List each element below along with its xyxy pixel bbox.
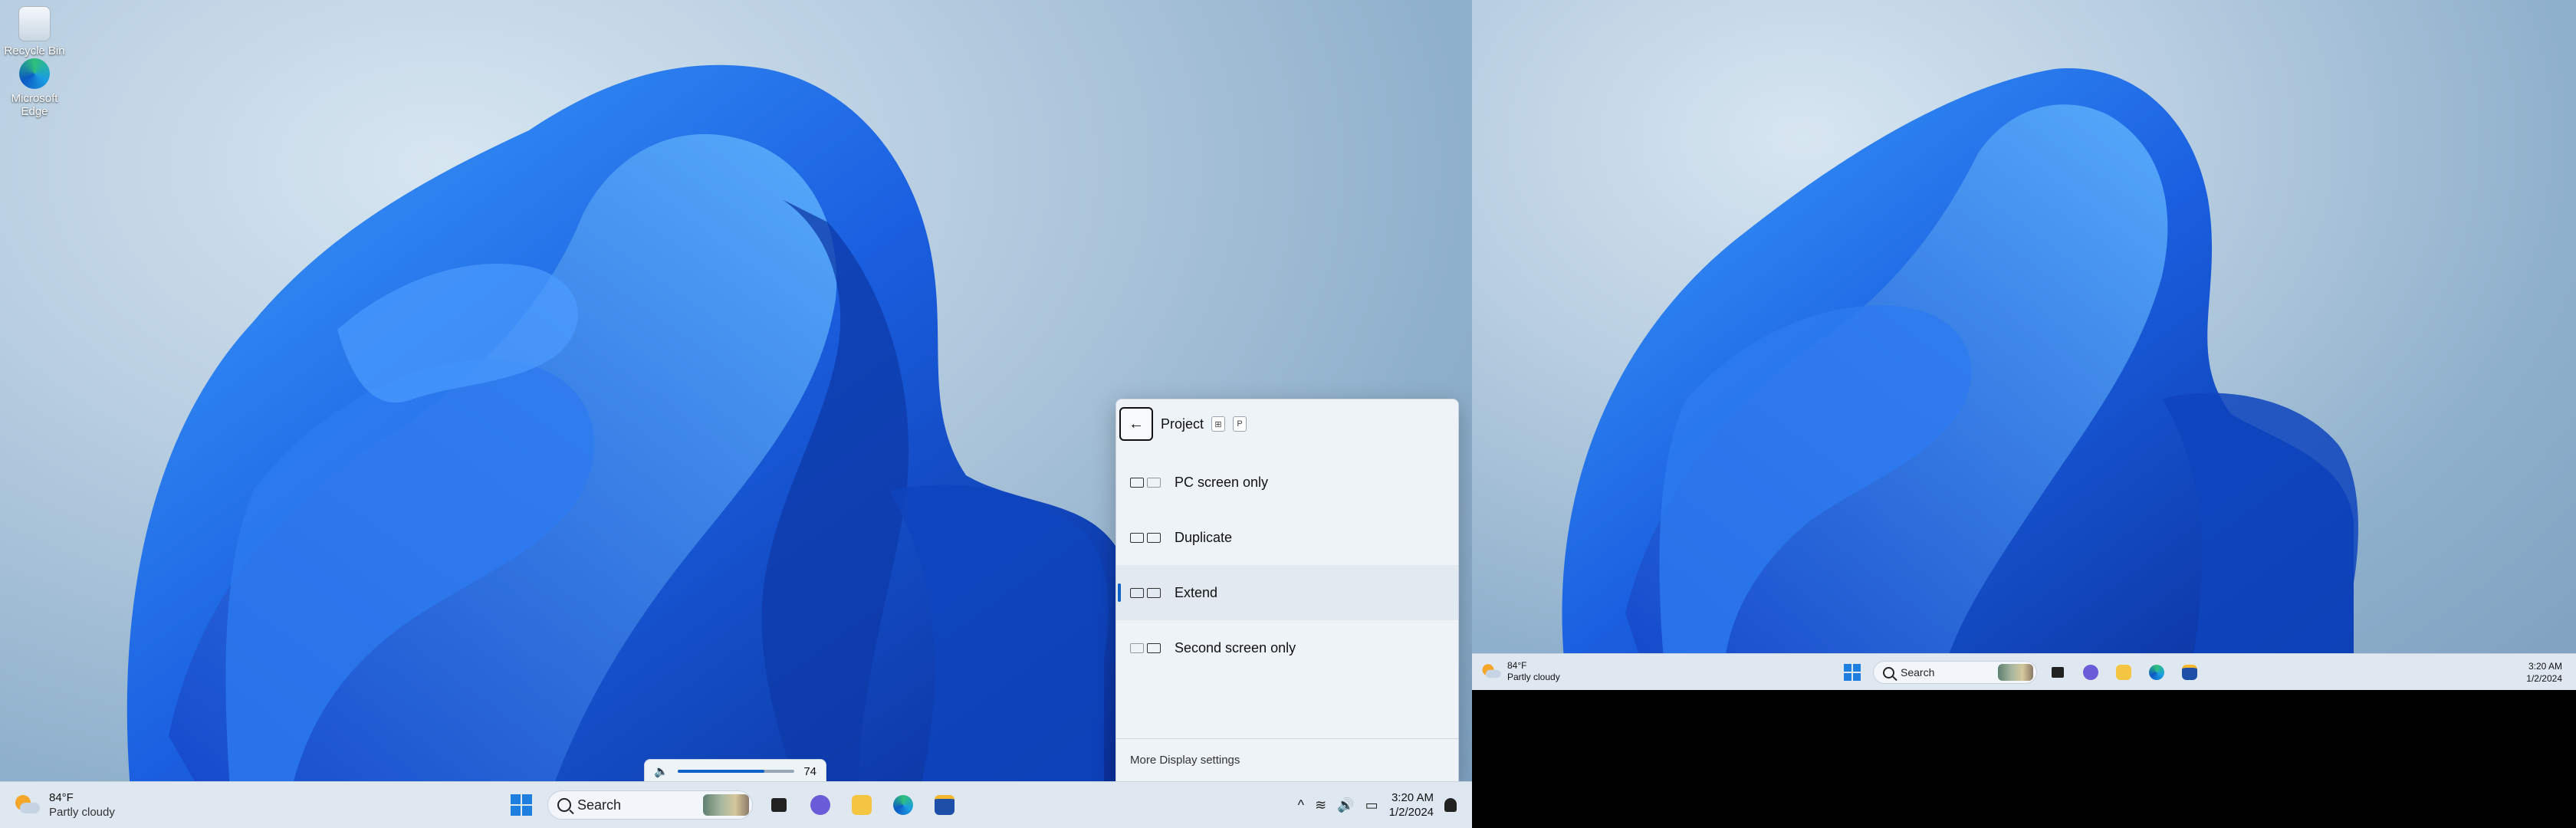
clock-date: 1/2/2024 xyxy=(1388,806,1434,819)
primary-monitor: Recycle Bin Microsoft Edge ← Project ⊞ P… xyxy=(0,0,1472,828)
bloom-artwork xyxy=(1562,68,2358,660)
weather-temp: 84°F xyxy=(1507,660,1527,671)
edge-icon xyxy=(2149,665,2164,680)
windows-icon xyxy=(511,794,532,816)
store-icon xyxy=(935,795,955,815)
volume-value: 74 xyxy=(803,764,816,778)
file-explorer-button[interactable] xyxy=(2111,660,2136,685)
edge-icon xyxy=(19,58,50,89)
desktop-icon-label: Recycle Bin xyxy=(4,44,65,58)
second-screen-only-icon xyxy=(1130,642,1161,653)
volume-slider[interactable] xyxy=(677,770,795,773)
clock-date: 1/2/2024 xyxy=(2526,673,2562,684)
clock-time: 3:20 AM xyxy=(1391,791,1434,804)
p-key-hint: P xyxy=(1233,416,1247,432)
search-highlight-image xyxy=(703,794,749,816)
partly-cloudy-icon xyxy=(14,792,40,818)
edge-button[interactable] xyxy=(2144,660,2169,685)
edge-button[interactable] xyxy=(888,790,918,820)
store-button[interactable] xyxy=(929,790,960,820)
weather-widget[interactable]: 84°F Partly cloudy xyxy=(1481,659,1560,685)
taskbar: 84°F Partly cloudy Search ^ ≋ 🔊 ▭ 3:20 A… xyxy=(0,781,1472,828)
recycle-bin-icon xyxy=(18,6,51,41)
speaker-icon[interactable]: 🔈 xyxy=(654,764,669,778)
volume-icon[interactable]: 🔊 xyxy=(1337,797,1354,813)
project-title: Project xyxy=(1161,416,1204,432)
volume-flyout: 🔈 74 xyxy=(644,759,826,784)
task-view-button[interactable] xyxy=(2045,660,2070,685)
extend-icon xyxy=(1130,587,1161,598)
desktop-icon-label: Microsoft Edge xyxy=(11,92,58,118)
taskbar-search[interactable]: Search xyxy=(547,790,753,820)
search-icon xyxy=(1883,666,1894,678)
option-duplicate[interactable]: Duplicate xyxy=(1116,510,1458,565)
weather-temp: 84°F xyxy=(49,791,74,804)
start-button[interactable] xyxy=(1840,660,1865,685)
project-header: ← Project ⊞ P xyxy=(1119,406,1247,442)
weather-condition: Partly cloudy xyxy=(1507,672,1560,682)
file-explorer-button[interactable] xyxy=(846,790,877,820)
edge-shortcut[interactable]: Microsoft Edge xyxy=(0,58,69,118)
option-second-screen-only[interactable]: Second screen only xyxy=(1116,620,1458,675)
option-extend[interactable]: Extend xyxy=(1116,565,1458,620)
task-view-icon xyxy=(771,798,787,812)
chat-button[interactable] xyxy=(805,790,836,820)
project-flyout: ← Project ⊞ P PC screen only Duplicate E… xyxy=(1116,399,1459,782)
battery-icon[interactable]: ▭ xyxy=(1365,797,1378,813)
taskbar-clock[interactable]: 3:20 AM 1/2/2024 xyxy=(1389,790,1434,820)
option-label: Extend xyxy=(1175,584,1218,600)
notification-bell-icon[interactable] xyxy=(1444,798,1457,812)
more-display-settings-link[interactable]: More Display settings xyxy=(1116,738,1458,781)
system-tray: ^ ≋ 🔊 ▭ 3:20 AM 1/2/2024 xyxy=(1298,782,1457,828)
secondary-taskbar: 84°F Partly cloudy Search 3:20 AM 1/2/20… xyxy=(1472,653,2576,690)
back-arrow-icon: ← xyxy=(1129,415,1144,432)
taskbar-center: Search xyxy=(1840,659,2202,686)
option-label: Second screen only xyxy=(1175,639,1296,656)
taskbar-search[interactable]: Search xyxy=(1873,661,2037,684)
recycle-bin-shortcut[interactable]: Recycle Bin xyxy=(0,6,69,58)
taskbar-clock[interactable]: 3:20 AM 1/2/2024 xyxy=(2526,660,2562,685)
option-label: PC screen only xyxy=(1175,474,1269,490)
project-options: PC screen only Duplicate Extend Second s… xyxy=(1116,455,1458,675)
partly-cloudy-icon xyxy=(1481,662,1501,682)
folder-icon xyxy=(852,795,872,815)
duplicate-icon xyxy=(1130,532,1161,543)
unused-display-area xyxy=(1472,690,2576,828)
search-highlight-image xyxy=(1998,664,2033,681)
show-hidden-icons-chevron[interactable]: ^ xyxy=(1298,797,1304,813)
option-label: Duplicate xyxy=(1175,529,1233,545)
option-pc-screen-only[interactable]: PC screen only xyxy=(1116,455,1458,510)
selection-indicator xyxy=(1118,583,1121,602)
clock-time: 3:20 AM xyxy=(2528,661,2562,672)
windows-key-hint: ⊞ xyxy=(1211,416,1226,432)
store-icon xyxy=(2182,665,2197,680)
volume-slider-fill xyxy=(677,770,764,773)
task-view-button[interactable] xyxy=(764,790,794,820)
back-button[interactable]: ← xyxy=(1119,407,1153,441)
folder-icon xyxy=(2116,665,2131,680)
wifi-icon[interactable]: ≋ xyxy=(1315,797,1326,813)
weather-condition: Partly cloudy xyxy=(49,806,115,819)
chat-icon xyxy=(2083,665,2098,680)
start-button[interactable] xyxy=(506,790,537,820)
pc-screen-only-icon xyxy=(1130,477,1161,488)
taskbar-center: Search xyxy=(506,788,960,822)
store-button[interactable] xyxy=(2177,660,2202,685)
windows-icon xyxy=(1844,664,1861,681)
weather-widget[interactable]: 84°F Partly cloudy xyxy=(14,788,115,822)
search-icon xyxy=(557,798,571,812)
search-placeholder: Search xyxy=(577,797,622,813)
secondary-monitor: 84°F Partly cloudy Search 3:20 AM 1/2/20… xyxy=(1472,0,2576,690)
search-placeholder: Search xyxy=(1901,666,1935,678)
chat-button[interactable] xyxy=(2078,660,2103,685)
edge-icon xyxy=(893,795,913,815)
task-view-icon xyxy=(2052,667,2064,678)
chat-icon xyxy=(810,795,830,815)
